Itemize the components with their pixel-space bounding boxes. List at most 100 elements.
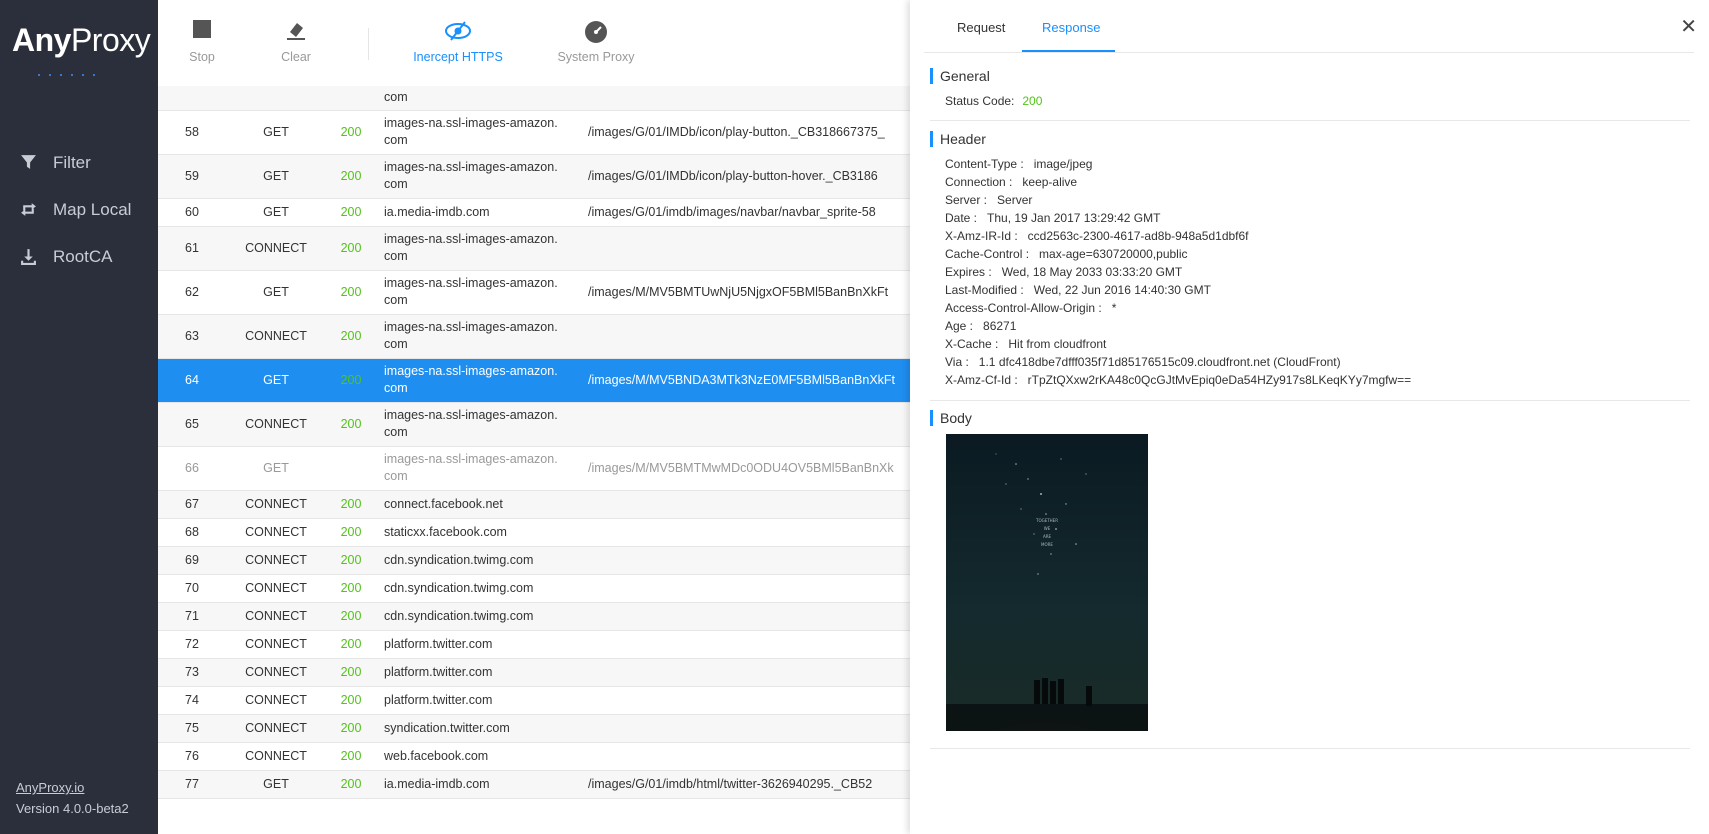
download-icon [21, 249, 36, 265]
system-proxy-button[interactable]: System Proxy [552, 20, 640, 64]
cell-host: com [376, 86, 584, 111]
table-row[interactable]: 71 CONNECT 200 cdn.syndication.twimg.com [158, 602, 910, 631]
general-title: General [930, 68, 990, 84]
cell-path [584, 602, 910, 631]
divider [930, 120, 1690, 121]
table-row[interactable]: 72 CONNECT 200 platform.twitter.com [158, 630, 910, 659]
sidebar-nav: Filter Map Local RootCA [0, 139, 158, 280]
table-row[interactable]: 73 CONNECT 200 platform.twitter.com [158, 658, 910, 687]
cell-path: /images/G/01/IMDb/icon/play-button._CB31… [584, 110, 910, 155]
cell-host: platform.twitter.com [376, 686, 584, 715]
cell-id: 68 [158, 518, 226, 547]
table-row[interactable]: 76 CONNECT 200 web.facebook.com [158, 742, 910, 771]
cell-id: 60 [158, 198, 226, 227]
status-code: Status Code: 200 [945, 92, 1042, 110]
header-value: Server [997, 193, 1033, 207]
poster-illustration: TOGETHER WE ARE MORE [946, 434, 1148, 731]
tab-request[interactable]: Request [957, 20, 1005, 35]
table-row[interactable]: 58 GET 200 images-na.ssl-images-amazon. com /… [158, 110, 910, 155]
table-row[interactable]: 60 GET 200 ia.media-imdb.com/images/G/01/im… [158, 198, 910, 227]
cell-id: 67 [158, 490, 226, 519]
table-row[interactable]: 62 GET 200 images-na.ssl-images-amazon. com /… [158, 270, 910, 315]
header-key: Last-Modified : [945, 283, 1024, 297]
cell-host: images-na.ssl-images-amazon. com [376, 358, 584, 403]
cell-host: images-na.ssl-images-amazon. com [376, 402, 584, 447]
header-key: X-Cache : [945, 337, 999, 351]
table-row[interactable]: 63 CONNECT 200 images-na.ssl-images-amazon.… [158, 314, 910, 359]
cell-id: 77 [158, 770, 226, 799]
header-key: Age : [945, 319, 974, 333]
cell-host: ia.media-imdb.com [376, 198, 584, 227]
cell-id: 76 [158, 742, 226, 771]
header-value: Wed, 18 May 2033 03:33:20 GMT [1001, 265, 1183, 279]
cell-id [158, 86, 226, 111]
intercept-https-button[interactable]: Inercept HTTPS [408, 20, 508, 64]
sidebar-item-rootca[interactable]: RootCA [0, 233, 158, 280]
header-value: ccd2563c-2300-4617-ad8b-948a5d1dbf6f [1027, 229, 1249, 243]
cell-host: cdn.syndication.twimg.com [376, 602, 584, 631]
header-row: Date : Thu, 19 Jan 2017 13:29:42 GMT [945, 209, 1411, 227]
cell-path [584, 86, 910, 111]
table-row[interactable]: 67 CONNECT 200 connect.facebook.net [158, 490, 910, 519]
table-row[interactable]: com [158, 86, 910, 111]
cell-code: 200 [326, 270, 376, 315]
header-value: max-age=630720000,public [1039, 247, 1188, 261]
close-icon[interactable]: ✕ [1680, 14, 1697, 39]
cell-host: syndication.twitter.com [376, 714, 584, 743]
cell-code: 200 [326, 358, 376, 403]
cell-path: /images/M/MV5BNDA3MTk3NzE0MF5BMl5BanBnXk… [584, 358, 910, 403]
table-row[interactable]: 77 GET 200 ia.media-imdb.com/images/G/01/im… [158, 770, 910, 799]
svg-text:WE: WE [1044, 526, 1051, 531]
table-row[interactable]: 69 CONNECT 200 cdn.syndication.twimg.com [158, 546, 910, 575]
sidebar-item-map-local[interactable]: Map Local [0, 186, 158, 233]
table-row[interactable]: 61 CONNECT 200 images-na.ssl-images-amazon.… [158, 226, 910, 271]
sidebar-footer: AnyProxy.io Version 4.0.0-beta2 [16, 780, 129, 816]
cell-code: 200 [326, 770, 376, 799]
cell-id: 74 [158, 686, 226, 715]
table-row[interactable]: 74 CONNECT 200 platform.twitter.com [158, 686, 910, 715]
cell-code: 200 [326, 154, 376, 199]
table-row[interactable]: 75 CONNECT 200 syndication.twitter.com [158, 714, 910, 743]
header-title: Header [930, 131, 986, 147]
cell-code: 200 [326, 490, 376, 519]
table-row[interactable]: 64 GET 200 images-na.ssl-images-amazon. com /… [158, 358, 910, 403]
sidebar-item-filter[interactable]: Filter [0, 139, 158, 186]
cell-id: 63 [158, 314, 226, 359]
cell-method: GET [226, 110, 326, 155]
header-value: image/jpeg [1033, 157, 1093, 171]
cell-host: cdn.syndication.twimg.com [376, 574, 584, 603]
svg-text:ARE: ARE [1043, 534, 1052, 539]
cell-path [584, 314, 910, 359]
cell-method: CONNECT [226, 742, 326, 771]
cell-path [584, 686, 910, 715]
map-local-icon [21, 203, 36, 216]
cell-path: /images/M/MV5BMTUwNjU5NjgxOF5BMl5BanBnXk… [584, 270, 910, 315]
cell-path: /images/G/01/imdb/images/navbar/navbar_s… [584, 198, 910, 227]
cell-path: /images/M/MV5BMTMwMDc0ODU4OV5BMl5BanBnXk [584, 446, 910, 491]
cell-host: images-na.ssl-images-amazon. com [376, 110, 584, 155]
table-row[interactable]: 70 CONNECT 200 cdn.syndication.twimg.com [158, 574, 910, 603]
filter-icon [21, 155, 36, 169]
status-label: Status Code: [945, 94, 1015, 108]
stop-button[interactable]: Stop [178, 20, 226, 64]
cell-code: 200 [326, 630, 376, 659]
table-row[interactable]: 68 CONNECT 200 staticxx.facebook.com [158, 518, 910, 547]
header-row: Age : 86271 [945, 317, 1411, 335]
tab-response[interactable]: Response [1042, 20, 1101, 35]
divider [930, 400, 1690, 401]
status-value: 200 [1022, 94, 1043, 108]
table-row[interactable]: 59 GET 200 images-na.ssl-images-amazon. com /… [158, 154, 910, 199]
cell-code: 200 [326, 546, 376, 575]
clear-button[interactable]: Clear [272, 20, 320, 64]
header-key: Connection : [945, 175, 1013, 189]
header-list: Content-Type : image/jpeg Connection : keep… [945, 155, 1411, 389]
cell-method: CONNECT [226, 630, 326, 659]
cell-code: 200 [326, 402, 376, 447]
header-row: Server : Server [945, 191, 1411, 209]
header-row: Access-Control-Allow-Origin : * [945, 299, 1411, 317]
header-key: Content-Type : [945, 157, 1024, 171]
table-row[interactable]: 66 GET images-na.ssl-images-amazon. com/ima… [158, 446, 910, 491]
header-row: Expires : Wed, 18 May 2033 03:33:20 GMT [945, 263, 1411, 281]
anyproxy-link[interactable]: AnyProxy.io [16, 780, 129, 795]
table-row[interactable]: 65 CONNECT 200 images-na.ssl-images-amazon.… [158, 402, 910, 447]
